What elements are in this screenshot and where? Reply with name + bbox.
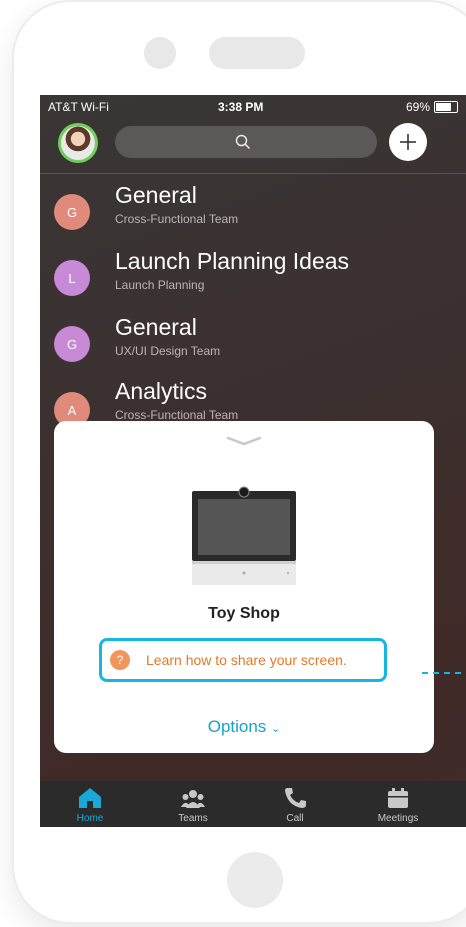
help-icon: ? — [110, 650, 130, 670]
space-initial-badge: L — [54, 260, 90, 296]
space-item[interactable]: L Launch Planning Ideas Launch Planning — [40, 246, 466, 312]
speaker-grille — [209, 37, 305, 69]
tab-label: Meetings — [377, 813, 419, 824]
space-subtitle: Launch Planning — [115, 278, 205, 292]
battery-indicator: 69% — [406, 100, 458, 114]
options-label: Options — [207, 717, 267, 736]
callout-connector — [422, 672, 466, 674]
space-title: Launch Planning Ideas — [115, 248, 350, 274]
home-icon — [79, 788, 101, 808]
status-bar: AT&T Wi-Fi 3:38 PM 69% — [40, 95, 466, 117]
device-name: Toy Shop — [208, 605, 280, 622]
options-button[interactable]: Options ⌄ — [54, 717, 434, 737]
home-hardware-button[interactable] — [227, 852, 283, 908]
tab-label: Teams — [178, 813, 208, 824]
clock: 3:38 PM — [218, 100, 264, 114]
space-item[interactable]: G General UX/UI Design Team — [40, 312, 466, 378]
video-device-icon — [192, 486, 296, 585]
add-button[interactable] — [389, 123, 427, 161]
tab-label: Home — [76, 813, 104, 824]
teams-icon — [181, 790, 205, 808]
space-title: Analytics — [115, 378, 208, 404]
space-subtitle: UX/UI Design Team — [115, 344, 221, 358]
tab-meetings[interactable]: Meetings — [358, 781, 438, 827]
learn-share-link[interactable]: ? Learn how to share your screen. — [99, 638, 387, 682]
tab-call[interactable]: Call — [255, 781, 335, 827]
header-divider — [40, 173, 466, 174]
space-subtitle: Cross-Functional Team — [115, 212, 239, 226]
space-initial-badge: G — [54, 326, 90, 362]
carrier-label: AT&T Wi-Fi — [48, 100, 109, 114]
tab-label: Call — [286, 813, 304, 824]
calendar-icon — [388, 788, 408, 808]
learn-share-text: Learn how to share your screen. — [146, 652, 347, 668]
space-item[interactable]: G General Cross-Functional Team — [40, 180, 466, 246]
front-camera — [144, 37, 176, 69]
space-subtitle: Cross-Functional Team — [115, 408, 239, 422]
tab-bar: Home Teams Call Meetings — [40, 781, 466, 827]
app-screen: AT&T Wi-Fi 3:38 PM 69% G General Cross-F… — [40, 95, 466, 827]
profile-avatar[interactable] — [58, 123, 98, 163]
search-icon — [235, 134, 251, 150]
space-title: General — [115, 182, 197, 208]
plus-icon — [400, 134, 416, 150]
phone-icon — [285, 788, 306, 808]
space-initial-badge: G — [54, 194, 90, 230]
tab-home[interactable]: Home — [50, 781, 130, 827]
device-share-sheet: Toy Shop ? Learn how to share your scree… — [54, 421, 434, 753]
space-title: General — [115, 314, 197, 340]
battery-percent: 69% — [405, 100, 430, 114]
search-bar[interactable] — [115, 126, 377, 158]
chevron-down-icon[interactable] — [226, 435, 262, 447]
battery-icon — [434, 101, 458, 113]
tab-teams[interactable]: Teams — [153, 781, 233, 827]
chevron-down-icon: ⌄ — [271, 723, 281, 735]
